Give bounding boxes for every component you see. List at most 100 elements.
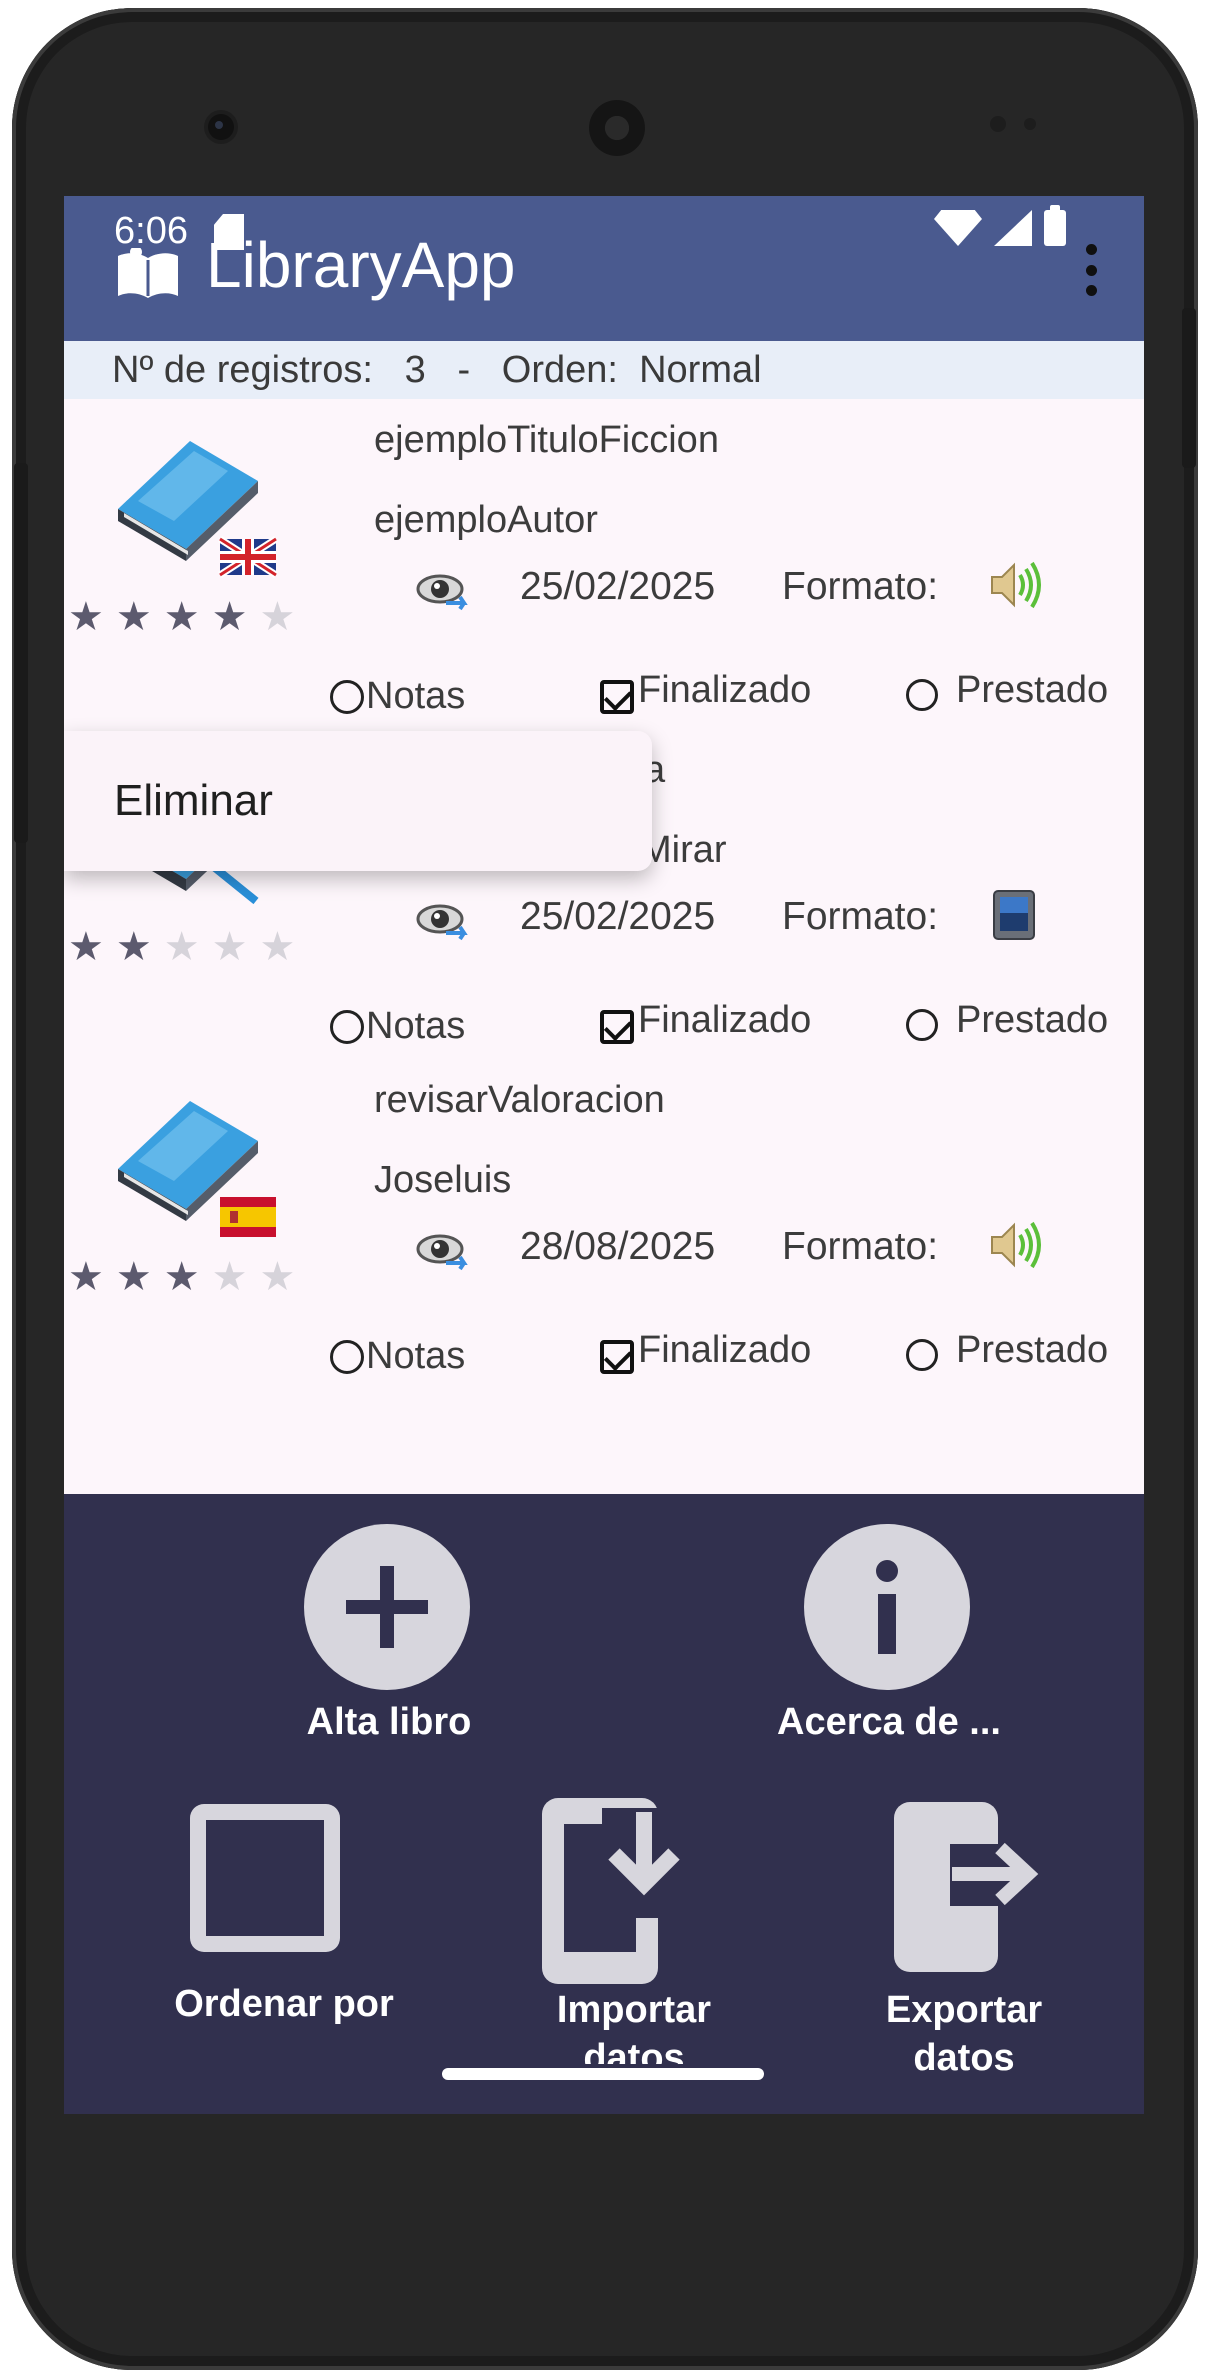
notes-radio[interactable]: Notas (330, 1005, 465, 1048)
star-icon[interactable]: ★ (259, 927, 295, 967)
sort-checkbox-icon[interactable] (190, 1804, 340, 1952)
notes-label: Notas (366, 675, 466, 717)
book-title: revisarValoracion (374, 1079, 665, 1121)
radio-button[interactable] (906, 1338, 938, 1371)
notes-radio[interactable]: Notas (330, 1335, 465, 1378)
eye-icon[interactable] (416, 899, 470, 943)
spain-flag-icon (220, 1197, 276, 1237)
about-label[interactable]: Acerca de ... (724, 1698, 1054, 1746)
bottom-action-panel: Alta libro Acerca de ... Ordenar por Imp… (64, 1494, 1144, 2114)
order-value: Normal (639, 348, 762, 391)
context-menu: Eliminar (64, 731, 652, 871)
app-title: LibraryApp (206, 229, 516, 301)
star-icon[interactable]: ★ (164, 927, 200, 967)
finished-label: Finalizado (638, 1329, 812, 1371)
eye-icon[interactable] (416, 569, 470, 613)
format-label: Formato: (782, 895, 939, 938)
format-label: Formato: (782, 565, 939, 608)
star-icon[interactable]: ★ (212, 927, 248, 967)
book-date: 25/02/2025 (520, 565, 716, 608)
book-list: ★ ★ ★ ★ ★ ejemploTituloFiccion ejemploAutor … (64, 399, 1144, 1389)
export-data-label[interactable]: Exportar datos (844, 1986, 1084, 2082)
star-icon[interactable]: ★ (259, 597, 295, 637)
star-icon[interactable]: ★ (259, 1257, 295, 1297)
export-data-icon[interactable] (894, 1802, 1044, 1972)
star-icon[interactable]: ★ (164, 597, 200, 637)
order-by-label[interactable]: Ordenar por (174, 1980, 394, 2066)
ebook-tablet-icon (993, 890, 1035, 940)
light-sensor (1024, 118, 1036, 130)
radio-button[interactable] (906, 678, 938, 711)
finished-label: Finalizado (638, 669, 812, 711)
import-data-label[interactable]: Importar datos (504, 1986, 764, 2064)
finished-checkbox[interactable]: Finalizado (600, 669, 812, 714)
star-icon[interactable]: ★ (68, 927, 104, 967)
rating-stars[interactable]: ★ ★ ★ ★ ★ (68, 1257, 295, 1297)
finished-label: Finalizado (638, 999, 812, 1041)
radio-button[interactable] (330, 1339, 364, 1374)
finished-checkbox[interactable]: Finalizado (600, 1329, 812, 1374)
book-author: Mirar (640, 829, 727, 871)
rating-stars[interactable]: ★ ★ ★ ★ ★ (68, 927, 295, 967)
book-date: 25/02/2025 (520, 895, 716, 938)
star-icon[interactable]: ★ (68, 597, 104, 637)
screen: 6:06 LibraryApp Nº de registros: 3 - Ord… (64, 196, 1144, 2114)
gesture-home-bar[interactable] (442, 2068, 764, 2080)
wifi-icon (934, 210, 982, 246)
book-author: ejemploAutor (374, 499, 598, 541)
rating-stars[interactable]: ★ ★ ★ ★ ★ (68, 597, 295, 637)
book-title: ejemploTituloFiccion (374, 419, 719, 461)
notes-label: Notas (366, 1335, 466, 1377)
notes-radio[interactable]: Notas (330, 675, 465, 718)
battery-icon (1044, 205, 1066, 246)
list-item[interactable]: ★ ★ ★ ★ ★ revisarValoracion Joseluis 28/08/2… (64, 1059, 1144, 1389)
record-count-label: Nº de registros: (112, 348, 405, 391)
star-icon[interactable]: ★ (116, 927, 152, 967)
checkbox-checked[interactable] (600, 1339, 634, 1374)
app-bar: 6:06 LibraryApp (64, 196, 1144, 341)
eye-icon[interactable] (416, 1229, 470, 1273)
delete-menu-item[interactable]: Eliminar (114, 776, 273, 826)
star-icon[interactable]: ★ (212, 597, 248, 637)
star-icon[interactable]: ★ (164, 1257, 200, 1297)
record-count-bar: Nº de registros: 3 - Orden: Normal (64, 341, 1144, 399)
earpiece-speaker (589, 100, 645, 156)
order-label: Orden: (501, 348, 640, 391)
power-button (1182, 308, 1196, 468)
star-icon[interactable]: ★ (212, 1257, 248, 1297)
book-author: Joseluis (374, 1159, 512, 1201)
star-icon[interactable]: ★ (116, 597, 152, 637)
audio-speaker-icon (991, 561, 1041, 609)
radio-button[interactable] (330, 679, 364, 714)
radio-button[interactable] (906, 1008, 938, 1041)
lent-radio[interactable]: Prestado (906, 669, 1108, 712)
list-item[interactable]: ★ ★ ★ ★ ★ ejemploTituloFiccion ejemploAutor … (64, 399, 1144, 729)
separator: - (425, 348, 502, 391)
audio-speaker-icon (991, 1221, 1041, 1269)
format-label: Formato: (782, 1225, 939, 1268)
lent-radio[interactable]: Prestado (906, 999, 1108, 1042)
star-icon[interactable]: ★ (116, 1257, 152, 1297)
status-time: 6:06 (114, 210, 188, 252)
book-cover-icon (118, 1101, 276, 1237)
book-cover-icon (118, 441, 278, 578)
book-logo-icon (118, 248, 178, 298)
lent-radio[interactable]: Prestado (906, 1329, 1108, 1372)
about-button[interactable] (804, 1524, 970, 1690)
add-book-button[interactable] (304, 1524, 470, 1690)
record-count-value: 3 (404, 348, 426, 391)
finished-checkbox[interactable]: Finalizado (600, 999, 812, 1044)
notes-label: Notas (366, 1005, 466, 1047)
checkbox-checked[interactable] (600, 679, 634, 714)
import-data-icon[interactable] (542, 1798, 692, 1984)
checkbox-checked[interactable] (600, 1009, 634, 1044)
overflow-menu-icon[interactable] (1086, 244, 1098, 296)
front-camera (208, 114, 234, 140)
star-icon[interactable]: ★ (68, 1257, 104, 1297)
uk-flag-icon (218, 536, 278, 578)
lent-label: Prestado (956, 1329, 1109, 1371)
radio-button[interactable] (330, 1009, 364, 1044)
book-date: 28/08/2025 (520, 1225, 716, 1268)
lent-label: Prestado (956, 999, 1109, 1041)
add-book-label[interactable]: Alta libro (244, 1698, 534, 1746)
